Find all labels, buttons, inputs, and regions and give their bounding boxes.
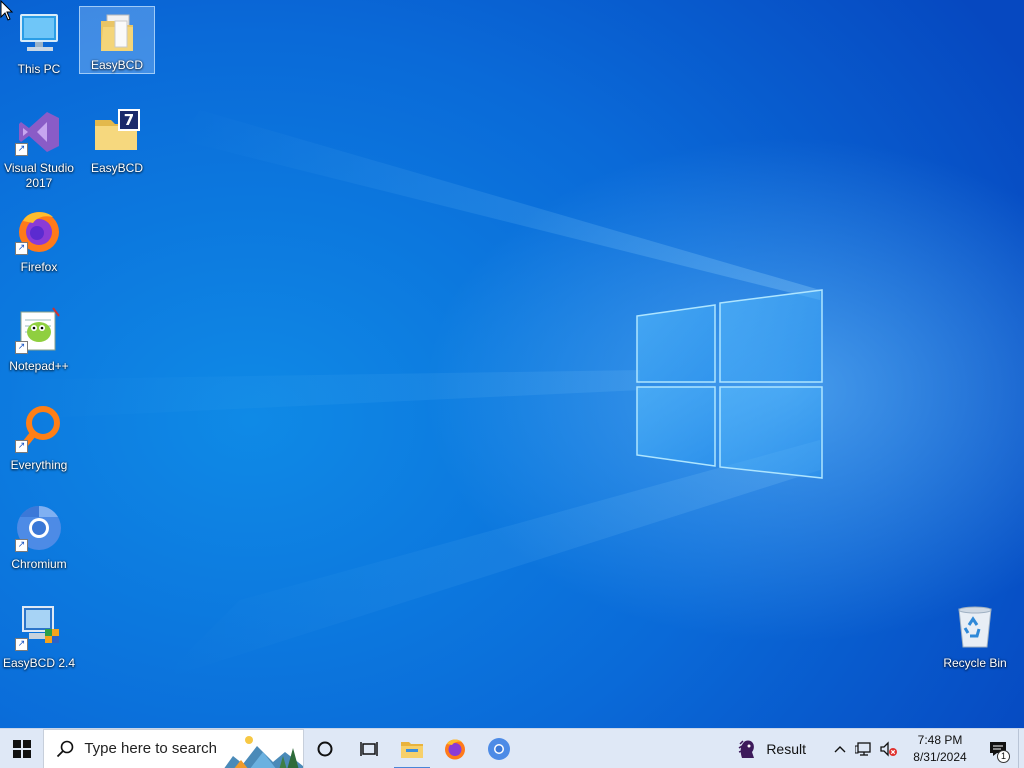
start-button[interactable]: [0, 729, 43, 768]
task-view-icon: [359, 741, 378, 756]
chromium-icon: ↗: [15, 504, 63, 552]
notepadpp-icon: ↗: [15, 306, 63, 354]
chromium-icon: [487, 737, 510, 760]
network-tray-button[interactable]: [852, 729, 876, 768]
desktop-wallpaper: This PC EasyBCD ↗ Visual Studio 2017 7 E…: [0, 0, 1024, 728]
desktop-icon-label: Firefox: [20, 260, 58, 274]
taskbar-search-box[interactable]: Type here to search: [43, 728, 304, 768]
search-placeholder: Type here to search: [84, 740, 217, 757]
search-icon: [57, 740, 74, 757]
windows-start-icon: [12, 739, 31, 758]
desktop-icon-label: This PC: [17, 62, 61, 76]
desktop-icon-label: Visual Studio 2017: [4, 161, 74, 190]
desktop-icon-notepadpp[interactable]: ↗ Notepad++: [1, 301, 77, 391]
everything-icon: ↗: [15, 405, 63, 453]
shortcut-arrow-icon: ↗: [15, 440, 28, 453]
desktop-icon-label: Recycle Bin: [943, 656, 1007, 670]
show-desktop-button[interactable]: [1018, 728, 1024, 768]
show-hidden-icons-button[interactable]: [828, 729, 852, 768]
visual-studio-icon: ↗: [15, 108, 63, 156]
premier-league-lion-icon: [738, 739, 755, 758]
easybcd-folder-icon: 7: [93, 108, 141, 156]
desktop-icon-easybcd-folder[interactable]: EasyBCD: [79, 6, 155, 74]
shortcut-arrow-icon: ↗: [15, 242, 28, 255]
desktop-icon-recycle-bin[interactable]: Recycle Bin: [937, 598, 1013, 688]
network-icon: [855, 741, 871, 756]
desktop-icon-everything[interactable]: ↗ Everything: [1, 400, 77, 490]
taskbar-clock[interactable]: 7:48 PM 8/31/2024: [900, 732, 980, 766]
clock-date: 8/31/2024: [913, 749, 967, 764]
recycle-bin-icon: [951, 603, 999, 651]
search-highlight-image: [222, 729, 303, 768]
volume-muted-icon: [880, 740, 897, 757]
firefox-icon: ↗: [15, 207, 63, 255]
cortana-button[interactable]: [304, 729, 347, 768]
shortcut-arrow-icon: ↗: [15, 539, 28, 552]
desktop-icon-label: Notepad++: [9, 359, 69, 373]
shortcut-arrow-icon: ↗: [15, 638, 28, 651]
clock-time: 7:48 PM: [917, 732, 963, 747]
desktop-icon-label: Chromium: [11, 557, 67, 571]
easybcd-app-icon: ↗: [15, 603, 63, 651]
desktop-icon-easybcd-2-4[interactable]: ↗ EasyBCD 2.4: [1, 598, 77, 688]
folder-icon: [93, 11, 141, 53]
taskbar-file-explorer[interactable]: [390, 729, 433, 768]
desktop-icon-easybcd[interactable]: 7 EasyBCD: [79, 103, 155, 193]
action-center-button[interactable]: 1: [980, 729, 1016, 768]
taskbar: Type here to search Result 7:48 PM 8/31/…: [0, 728, 1024, 768]
notification-count-badge: 1: [997, 749, 1010, 763]
task-view-button[interactable]: [347, 729, 390, 768]
news-widget-label: Result: [766, 740, 806, 757]
desktop-icon-label: EasyBCD: [90, 58, 143, 72]
taskbar-chromium[interactable]: [477, 729, 520, 768]
system-tray: 7:48 PM 8/31/2024 1: [828, 728, 1024, 768]
desktop-icon-label: EasyBCD: [90, 161, 143, 175]
desktop-icon-visual-studio[interactable]: ↗ Visual Studio 2017: [1, 103, 77, 193]
chevron-up-icon: [834, 745, 846, 752]
desktop-icon-label: EasyBCD 2.4: [2, 656, 76, 670]
cortana-icon: [317, 741, 333, 756]
file-explorer-icon: [400, 741, 423, 758]
this-pc-icon: [15, 9, 63, 57]
desktop-icon-firefox[interactable]: ↗ Firefox: [1, 202, 77, 292]
desktop-icon-chromium[interactable]: ↗ Chromium: [1, 499, 77, 589]
desktop-icon-label: Everything: [10, 458, 68, 472]
shortcut-arrow-icon: ↗: [15, 143, 28, 156]
taskbar-firefox[interactable]: [434, 729, 477, 768]
mouse-cursor-icon: [0, 0, 14, 21]
shortcut-arrow-icon: ↗: [15, 341, 28, 354]
taskbar-news-widget[interactable]: Result: [736, 729, 806, 768]
firefox-icon: [445, 739, 466, 759]
svg-text:7: 7: [124, 111, 134, 129]
volume-tray-button[interactable]: [876, 729, 900, 768]
